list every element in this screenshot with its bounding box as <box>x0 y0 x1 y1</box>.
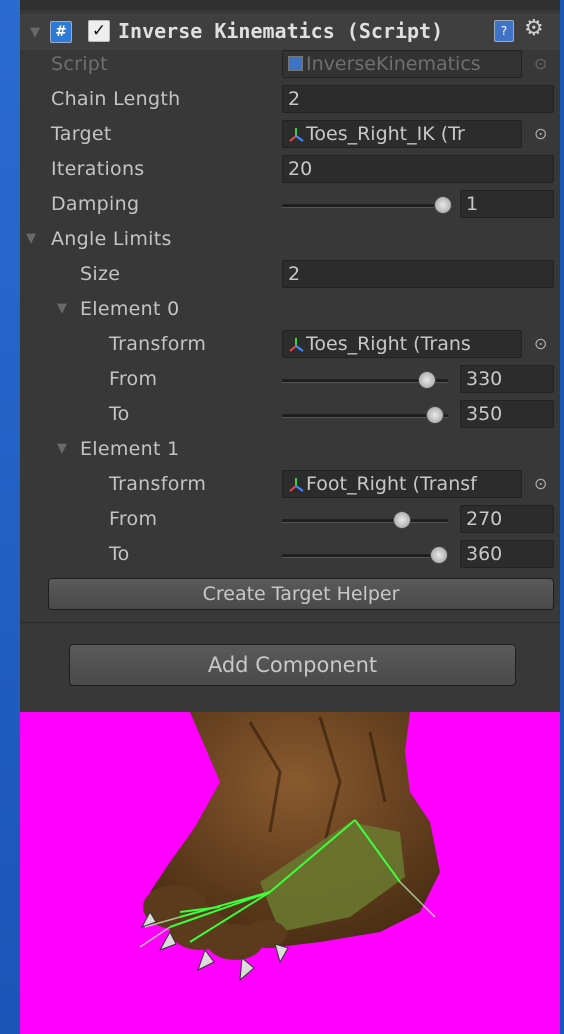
component-header[interactable]: ▼ # ✓ Inverse Kinematics (Script) ? ⚙ <box>20 14 560 50</box>
foldout-arrow-icon[interactable]: ▼ <box>57 301 67 316</box>
element-1-label: Element 1 <box>80 438 180 460</box>
transform-icon <box>288 336 304 352</box>
element-0-from-label: From <box>109 368 158 390</box>
element-1-transform-value: Foot_Right (Transf <box>306 473 477 495</box>
element-1-row[interactable]: ▼ Element 1 <box>20 432 560 466</box>
iterations-input[interactable]: 20 <box>282 155 554 183</box>
element-1-from-slider-track[interactable] <box>282 519 448 523</box>
element-0-from-input[interactable]: 330 <box>460 365 554 393</box>
chain-length-row: Chain Length 2 <box>20 82 560 116</box>
object-picker-icon[interactable]: ⊙ <box>534 474 547 493</box>
component-title: Inverse Kinematics (Script) <box>118 19 444 43</box>
element-1-to-slider-thumb[interactable] <box>430 546 448 564</box>
create-target-helper-button[interactable]: Create Target Helper <box>48 578 554 610</box>
element-1-transform-row: Transform Foot_Right (Transf ⊙ <box>20 467 560 501</box>
element-0-row[interactable]: ▼ Element 0 <box>20 292 560 326</box>
script-field[interactable]: InverseKinematics <box>282 50 522 78</box>
element-1-to-row: To 360 <box>20 537 560 571</box>
script-file-icon <box>288 56 303 71</box>
iterations-row: Iterations 20 <box>20 152 560 186</box>
element-1-to-input[interactable]: 360 <box>460 540 554 568</box>
inspector-panel: ▼ # ✓ Inverse Kinematics (Script) ? ⚙ Sc… <box>20 0 560 712</box>
element-0-label: Element 0 <box>80 298 180 320</box>
script-row: Script InverseKinematics ⊙ <box>20 47 560 81</box>
damping-input[interactable]: 1 <box>460 190 554 218</box>
element-0-transform-label: Transform <box>109 333 207 355</box>
enabled-checkbox[interactable]: ✓ <box>88 20 110 42</box>
desktop-background-right <box>560 0 564 1034</box>
iterations-label: Iterations <box>51 158 145 180</box>
element-1-to-slider-track[interactable] <box>282 554 448 558</box>
foldout-arrow-icon[interactable]: ▼ <box>30 25 40 40</box>
angle-limits-label: Angle Limits <box>51 228 172 250</box>
gear-icon[interactable]: ⚙ <box>524 16 544 42</box>
foot-sprite-illustration <box>139 712 440 982</box>
element-0-to-label: To <box>109 403 130 425</box>
element-1-from-row: From 270 <box>20 502 560 536</box>
script-label: Script <box>51 53 108 75</box>
object-picker-icon[interactable]: ⊙ <box>534 334 547 353</box>
object-picker-icon[interactable]: ⊙ <box>534 54 547 73</box>
script-value: InverseKinematics <box>306 53 481 75</box>
element-0-transform-value: Toes_Right (Trans <box>306 333 471 355</box>
element-1-from-label: From <box>109 508 158 530</box>
element-0-to-row: To 350 <box>20 397 560 431</box>
size-label: Size <box>80 263 121 285</box>
element-0-transform-field[interactable]: Toes_Right (Trans <box>282 330 522 358</box>
damping-slider-track[interactable] <box>282 204 452 208</box>
object-picker-icon[interactable]: ⊙ <box>534 124 547 143</box>
chain-length-input[interactable]: 2 <box>282 85 554 113</box>
target-value: Toes_Right_IK (Tr <box>306 123 465 145</box>
element-1-from-slider-thumb[interactable] <box>393 511 411 529</box>
scene-view[interactable] <box>20 712 560 1034</box>
chain-length-label: Chain Length <box>51 88 181 110</box>
damping-slider-thumb[interactable] <box>434 196 452 214</box>
element-0-from-row: From 330 <box>20 362 560 396</box>
foldout-arrow-icon[interactable]: ▼ <box>57 441 67 456</box>
add-component-button[interactable]: Add Component <box>69 644 516 686</box>
element-1-from-input[interactable]: 270 <box>460 505 554 533</box>
element-0-to-input[interactable]: 350 <box>460 400 554 428</box>
previous-component-sliver <box>20 0 560 10</box>
script-icon: # <box>50 21 72 43</box>
target-row: Target Toes_Right_IK (Tr ⊙ <box>20 117 560 151</box>
damping-label: Damping <box>51 193 140 215</box>
element-1-transform-field[interactable]: Foot_Right (Transf <box>282 470 522 498</box>
help-book-icon[interactable]: ? <box>494 20 514 42</box>
angle-limits-row[interactable]: ▼ Angle Limits <box>20 222 560 256</box>
desktop-background <box>0 0 20 1034</box>
size-row: Size 2 <box>20 257 560 291</box>
divider <box>20 622 560 623</box>
target-field[interactable]: Toes_Right_IK (Tr <box>282 120 522 148</box>
element-0-from-slider-thumb[interactable] <box>417 371 436 389</box>
element-1-to-label: To <box>109 543 130 565</box>
element-0-to-slider-thumb[interactable] <box>425 406 444 424</box>
size-input[interactable]: 2 <box>282 260 554 288</box>
element-0-to-slider-track[interactable] <box>282 414 448 418</box>
target-label: Target <box>51 123 112 145</box>
damping-row: Damping 1 <box>20 187 560 221</box>
element-1-transform-label: Transform <box>109 473 207 495</box>
foldout-arrow-icon[interactable]: ▼ <box>26 231 36 246</box>
element-0-transform-row: Transform Toes_Right (Trans ⊙ <box>20 327 560 361</box>
transform-icon <box>288 126 304 142</box>
transform-icon <box>288 476 304 492</box>
